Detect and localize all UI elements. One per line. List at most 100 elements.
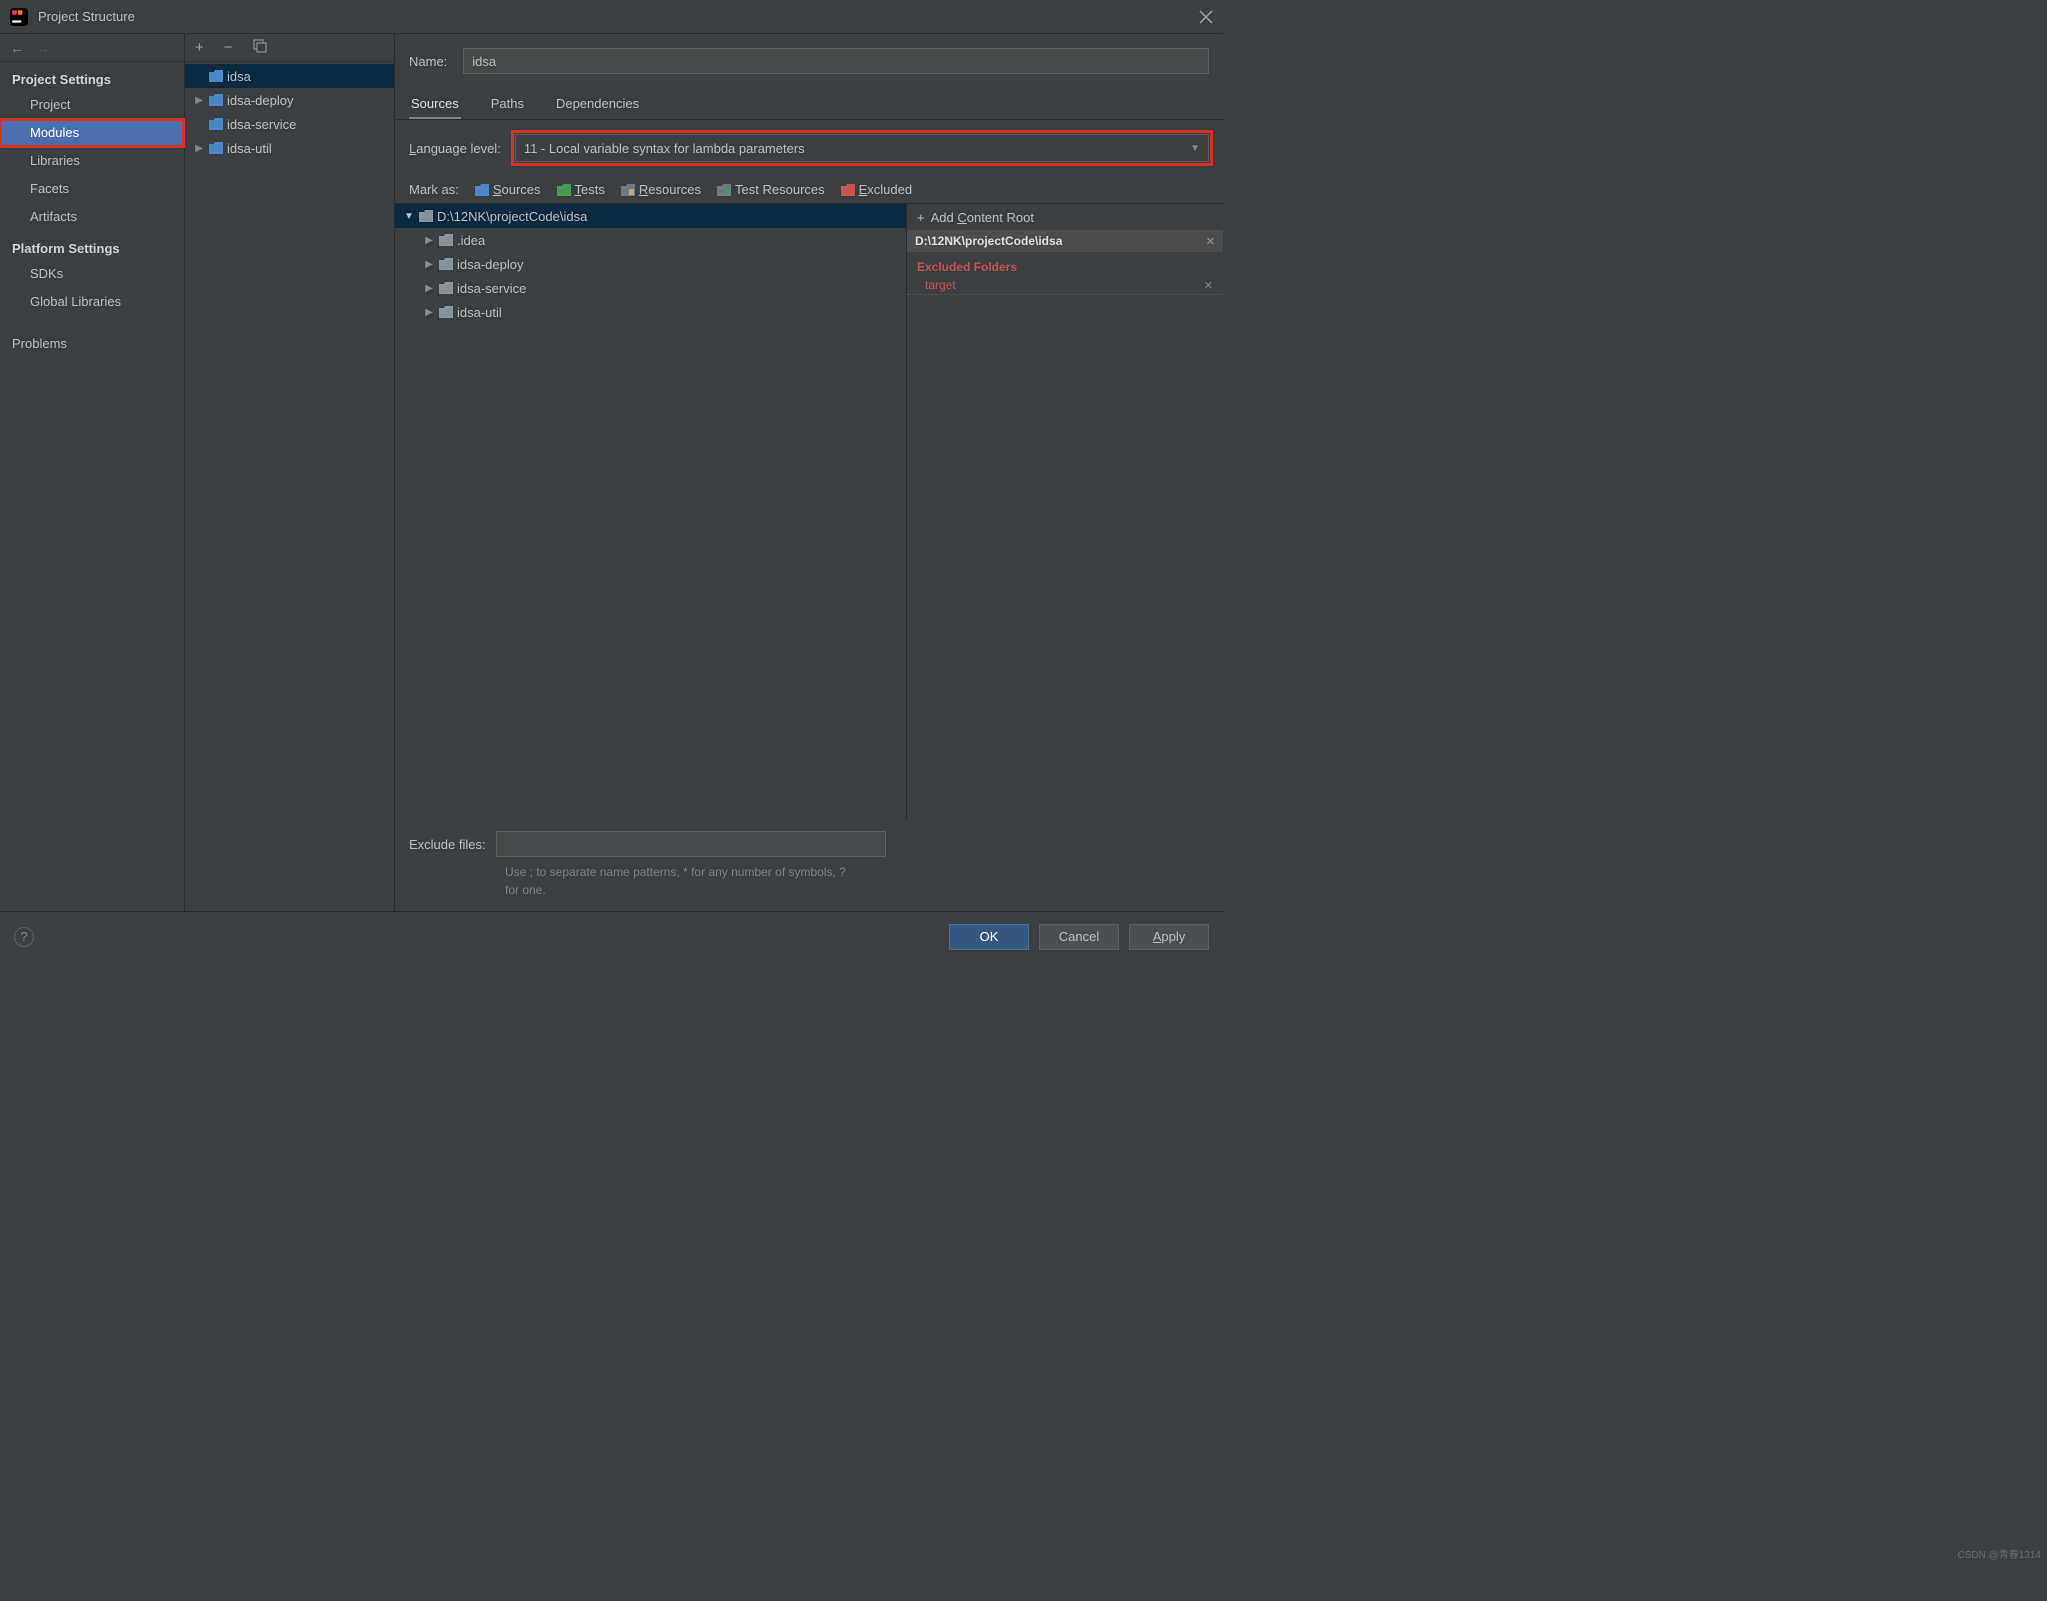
module-folder-icon: [209, 94, 223, 106]
tree-item-label: idsa-deploy: [457, 257, 524, 272]
language-level-row: Language level: 11 - Local variable synt…: [395, 120, 1223, 176]
name-label: Name:: [409, 54, 447, 69]
sidebar-item-artifacts[interactable]: Artifacts: [0, 203, 184, 231]
tab-paths[interactable]: Paths: [489, 90, 526, 119]
mark-excluded[interactable]: Excluded: [841, 182, 912, 197]
window-title: Project Structure: [38, 9, 1199, 24]
mark-test-resources[interactable]: Test Resources: [717, 182, 825, 197]
remove-module-icon[interactable]: −: [224, 39, 233, 56]
sidebar-item-facets[interactable]: Facets: [0, 175, 184, 203]
add-module-icon[interactable]: +: [195, 39, 204, 56]
forward-icon: →: [36, 40, 50, 56]
add-content-root-button[interactable]: + Add Content Root: [907, 204, 1223, 230]
tree-expand-icon[interactable]: ▶: [423, 307, 435, 318]
sidebar-nav: ← →: [0, 34, 184, 62]
mark-tests[interactable]: Tests: [557, 182, 605, 197]
module-folder-icon: [209, 118, 223, 130]
tree-item-idea[interactable]: ▶ .idea: [395, 228, 906, 252]
ok-button[interactable]: OK: [949, 924, 1029, 950]
watermark: CSDN @青春1314: [1957, 1546, 2041, 1561]
tree-item-label: .idea: [457, 233, 485, 248]
chevron-down-icon: ▼: [1190, 143, 1200, 154]
language-level-select[interactable]: 11 - Local variable syntax for lambda pa…: [515, 134, 1209, 162]
tree-expand-icon[interactable]: ▶: [423, 259, 435, 270]
mark-resources[interactable]: Resources: [621, 182, 701, 197]
main-panel: Name: Sources Paths Dependencies Languag…: [395, 34, 1223, 911]
app-logo-icon: [10, 8, 28, 26]
folder-icon: [439, 234, 453, 246]
exclude-files-input[interactable]: [496, 831, 886, 857]
folder-green-icon: [557, 184, 571, 196]
exclude-files-section: Exclude files: Use ; to separate name pa…: [395, 819, 1223, 911]
tab-sources[interactable]: Sources: [409, 90, 461, 119]
footer: ? OK Cancel Apply: [0, 911, 1223, 961]
copy-module-icon[interactable]: [253, 39, 267, 57]
folder-test-resources-icon: [717, 184, 731, 196]
body: ← → Project Settings Project Modules Lib…: [0, 34, 1223, 911]
apply-button[interactable]: Apply: [1129, 924, 1209, 950]
tree-root-label: D:\12NK\projectCode\idsa: [437, 209, 587, 224]
titlebar: Project Structure: [0, 0, 1223, 34]
folder-resources-icon: [621, 184, 635, 196]
module-folder-icon: [209, 70, 223, 82]
tree-item-idsa-deploy[interactable]: ▶ idsa-deploy: [395, 252, 906, 276]
sidebar-item-project[interactable]: Project: [0, 91, 184, 119]
mark-sources[interactable]: Sources: [475, 182, 541, 197]
help-icon[interactable]: ?: [14, 927, 34, 947]
tree-item-idsa-util[interactable]: ▶ idsa-util: [395, 300, 906, 324]
folder-blue-icon: [475, 184, 489, 196]
sidebar-item-modules[interactable]: Modules: [0, 119, 184, 147]
module-name-input[interactable]: [463, 48, 1209, 74]
module-folder-icon: [209, 142, 223, 154]
modules-column: + − idsa ▶ idsa-deploy idsa-s: [185, 34, 395, 911]
tree-expand-icon[interactable]: ▶: [423, 283, 435, 294]
mark-as-label: Mark as:: [409, 182, 459, 197]
module-tree: idsa ▶ idsa-deploy idsa-service ▶ idsa-u…: [185, 62, 394, 911]
folder-icon: [439, 306, 453, 318]
module-idsa-service[interactable]: idsa-service: [185, 112, 394, 136]
content-split: ▼ D:\12NK\projectCode\idsa ▶ .idea ▶ idsa-…: [395, 203, 1223, 819]
content-root-path[interactable]: D:\12NK\projectCode\idsa ✕: [907, 230, 1223, 252]
tree-item-label: idsa-util: [457, 305, 502, 320]
remove-excluded-icon[interactable]: ✕: [1204, 279, 1213, 292]
tabs: Sources Paths Dependencies: [395, 90, 1223, 120]
excluded-folder-label: target: [925, 278, 956, 292]
tree-item-idsa-service[interactable]: ▶ idsa-service: [395, 276, 906, 300]
name-row: Name:: [395, 48, 1223, 90]
add-content-root-label: Add Content Root: [931, 210, 1034, 225]
tree-expand-icon[interactable]: ▶: [193, 95, 205, 106]
sidebar-item-global-libraries[interactable]: Global Libraries: [0, 288, 184, 316]
plus-icon: +: [917, 210, 925, 225]
folder-excluded-icon: [841, 184, 855, 196]
tree-item-label: idsa-service: [457, 281, 526, 296]
module-label: idsa: [227, 69, 251, 84]
sidebar-item-sdks[interactable]: SDKs: [0, 260, 184, 288]
file-tree: ▼ D:\12NK\projectCode\idsa ▶ .idea ▶ idsa-…: [395, 204, 907, 819]
module-idsa[interactable]: idsa: [185, 64, 394, 88]
cancel-button[interactable]: Cancel: [1039, 924, 1119, 950]
excluded-folder-item[interactable]: target ✕: [907, 276, 1223, 295]
tab-dependencies[interactable]: Dependencies: [554, 90, 641, 119]
tree-root[interactable]: ▼ D:\12NK\projectCode\idsa: [395, 204, 906, 228]
sidebar: ← → Project Settings Project Modules Lib…: [0, 34, 185, 911]
folder-icon: [419, 210, 433, 222]
module-label: idsa-util: [227, 141, 272, 156]
tree-collapse-icon[interactable]: ▼: [403, 211, 415, 222]
project-structure-window: Project Structure ← → Project Settings P…: [0, 0, 1223, 961]
sidebar-item-libraries[interactable]: Libraries: [0, 147, 184, 175]
remove-content-root-icon[interactable]: ✕: [1206, 235, 1215, 248]
close-icon[interactable]: [1199, 10, 1213, 24]
exclude-files-hint: Use ; to separate name patterns, * for a…: [409, 863, 849, 899]
folder-icon: [439, 282, 453, 294]
module-idsa-util[interactable]: ▶ idsa-util: [185, 136, 394, 160]
folder-icon: [439, 258, 453, 270]
tree-expand-icon[interactable]: ▶: [193, 143, 205, 154]
sidebar-item-problems[interactable]: Problems: [0, 330, 184, 358]
tree-expand-icon[interactable]: ▶: [423, 235, 435, 246]
back-icon[interactable]: ←: [10, 40, 24, 56]
language-level-value: 11 - Local variable syntax for lambda pa…: [524, 141, 805, 156]
content-root-label: D:\12NK\projectCode\idsa: [915, 234, 1062, 248]
module-idsa-deploy[interactable]: ▶ idsa-deploy: [185, 88, 394, 112]
mark-as-row: Mark as: Sources Tests Resources Test Re…: [395, 176, 1223, 203]
module-label: idsa-service: [227, 117, 296, 132]
